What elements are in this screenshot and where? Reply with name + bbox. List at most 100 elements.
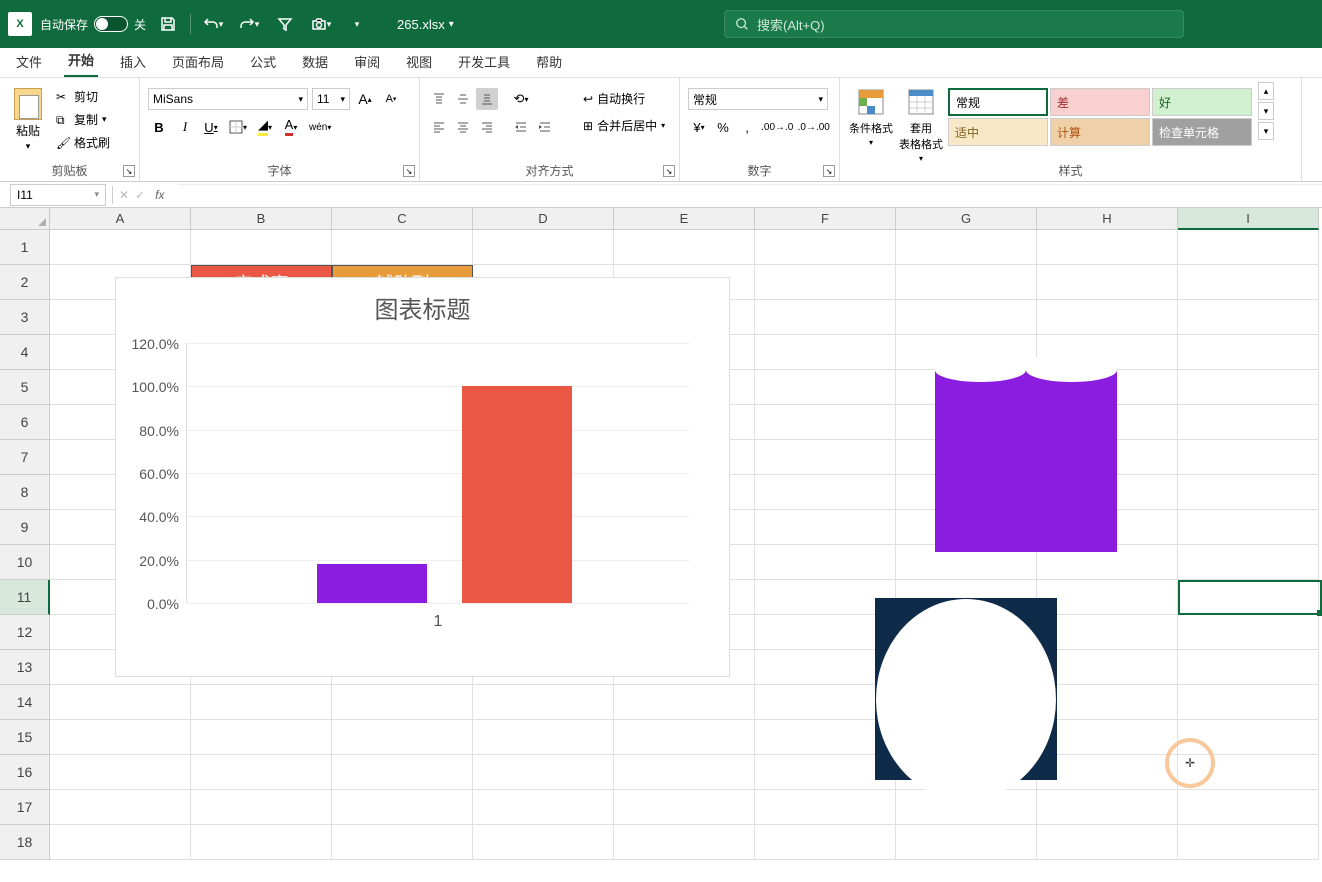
filter-button[interactable] (271, 10, 299, 38)
cell-D17[interactable] (473, 790, 614, 825)
cell-F1[interactable] (755, 230, 896, 265)
accounting-button[interactable]: ¥▾ (688, 116, 710, 138)
file-name[interactable]: 265.xlsx▾ (397, 17, 454, 32)
tab-layout[interactable]: 页面布局 (168, 46, 228, 77)
camera-button[interactable]: ▾ (307, 10, 335, 38)
cell-G1[interactable] (896, 230, 1037, 265)
row-header-8[interactable]: 8 (0, 475, 50, 510)
cell-H15[interactable] (1037, 720, 1178, 755)
cell-B15[interactable] (191, 720, 332, 755)
cell-E16[interactable] (614, 755, 755, 790)
col-header-H[interactable]: H (1037, 208, 1178, 230)
undo-button[interactable]: ▾ (199, 10, 227, 38)
cell-A17[interactable] (50, 790, 191, 825)
style-normal[interactable]: 常规 (948, 88, 1048, 116)
col-header-B[interactable]: B (191, 208, 332, 230)
cell-F4[interactable] (755, 335, 896, 370)
col-header-E[interactable]: E (614, 208, 755, 230)
style-calc[interactable]: 计算 (1050, 118, 1150, 146)
cell-H11[interactable] (1037, 580, 1178, 615)
cell-I8[interactable] (1178, 475, 1319, 510)
paste-button[interactable]: 粘贴 ▾ (8, 82, 48, 152)
italic-button[interactable]: I (174, 116, 196, 138)
orientation-button[interactable]: ⟲▾ (510, 88, 532, 110)
cell-D16[interactable] (473, 755, 614, 790)
enter-formula-button[interactable]: ✓ (135, 188, 145, 202)
cell-F9[interactable] (755, 510, 896, 545)
cell-C16[interactable] (332, 755, 473, 790)
fx-icon[interactable]: fx (155, 188, 164, 202)
cell-E15[interactable] (614, 720, 755, 755)
select-all-button[interactable] (0, 208, 50, 230)
row-header-18[interactable]: 18 (0, 825, 50, 860)
cell-A14[interactable] (50, 685, 191, 720)
decrease-font-button[interactable]: A▾ (380, 88, 402, 110)
cell-E14[interactable] (614, 685, 755, 720)
cell-D18[interactable] (473, 825, 614, 860)
cell-G18[interactable] (896, 825, 1037, 860)
cell-F5[interactable] (755, 370, 896, 405)
arc-square-shape[interactable] (875, 598, 1057, 780)
row-header-16[interactable]: 16 (0, 755, 50, 790)
cell-I3[interactable] (1178, 300, 1319, 335)
row-header-2[interactable]: 2 (0, 265, 50, 300)
col-header-D[interactable]: D (473, 208, 614, 230)
cell-H1[interactable] (1037, 230, 1178, 265)
cell-H16[interactable] (1037, 755, 1178, 790)
cell-A16[interactable] (50, 755, 191, 790)
col-header-G[interactable]: G (896, 208, 1037, 230)
bar-series-1[interactable] (317, 564, 427, 603)
name-box[interactable]: I11▾ (10, 184, 106, 206)
row-header-12[interactable]: 12 (0, 615, 50, 650)
cell-C17[interactable] (332, 790, 473, 825)
styles-expand[interactable]: ▾ (1258, 122, 1274, 140)
font-size-select[interactable]: 11▾ (312, 88, 350, 110)
font-color-button[interactable]: A▾ (280, 116, 302, 138)
number-launcher[interactable]: ↘ (823, 165, 835, 177)
cell-F2[interactable] (755, 265, 896, 300)
cell-H14[interactable] (1037, 685, 1178, 720)
decrease-decimal-button[interactable]: .0→.00 (797, 116, 832, 138)
cell-C14[interactable] (332, 685, 473, 720)
fill-color-button[interactable]: ◢▾ (254, 116, 276, 138)
cell-C18[interactable] (332, 825, 473, 860)
row-header-9[interactable]: 9 (0, 510, 50, 545)
cell-I6[interactable] (1178, 405, 1319, 440)
wrap-text-button[interactable]: ↩自动换行 (579, 88, 669, 109)
cell-F8[interactable] (755, 475, 896, 510)
cell-F17[interactable] (755, 790, 896, 825)
row-header-3[interactable]: 3 (0, 300, 50, 335)
comma-button[interactable]: , (736, 116, 758, 138)
cell-B16[interactable] (191, 755, 332, 790)
align-center-button[interactable] (452, 116, 474, 138)
cell-H13[interactable] (1037, 650, 1178, 685)
align-right-button[interactable] (476, 116, 498, 138)
tab-dev[interactable]: 开发工具 (454, 46, 514, 77)
search-input[interactable]: 搜索(Alt+Q) (724, 10, 1184, 38)
row-header-10[interactable]: 10 (0, 545, 50, 580)
cell-I9[interactable] (1178, 510, 1319, 545)
cell-F6[interactable] (755, 405, 896, 440)
align-top-button[interactable] (428, 88, 450, 110)
increase-indent-button[interactable] (534, 116, 556, 138)
format-painter-button[interactable]: 🖌格式刷 (52, 132, 114, 153)
underline-button[interactable]: U▾ (200, 116, 222, 138)
number-format-select[interactable]: 常规▾ (688, 88, 828, 110)
tab-data[interactable]: 数据 (298, 46, 332, 77)
align-bottom-button[interactable] (476, 88, 498, 110)
cell-styles-gallery[interactable]: 常规 差 好 适中 计算 检查单元格 (948, 82, 1252, 146)
cell-I7[interactable] (1178, 440, 1319, 475)
cell-A15[interactable] (50, 720, 191, 755)
tab-formulas[interactable]: 公式 (246, 46, 280, 77)
format-as-table-button[interactable]: 套用 表格格式▾ (898, 82, 944, 163)
cell-I13[interactable] (1178, 650, 1319, 685)
cell-B18[interactable] (191, 825, 332, 860)
cell-I15[interactable] (1178, 720, 1319, 755)
styles-scroll-up[interactable]: ▴ (1258, 82, 1274, 100)
cancel-formula-button[interactable]: ✕ (119, 188, 129, 202)
style-good[interactable]: 好 (1152, 88, 1252, 116)
style-check[interactable]: 检查单元格 (1152, 118, 1252, 146)
row-header-17[interactable]: 17 (0, 790, 50, 825)
formula-input[interactable] (178, 184, 1322, 206)
bar-series-2[interactable] (462, 386, 572, 603)
